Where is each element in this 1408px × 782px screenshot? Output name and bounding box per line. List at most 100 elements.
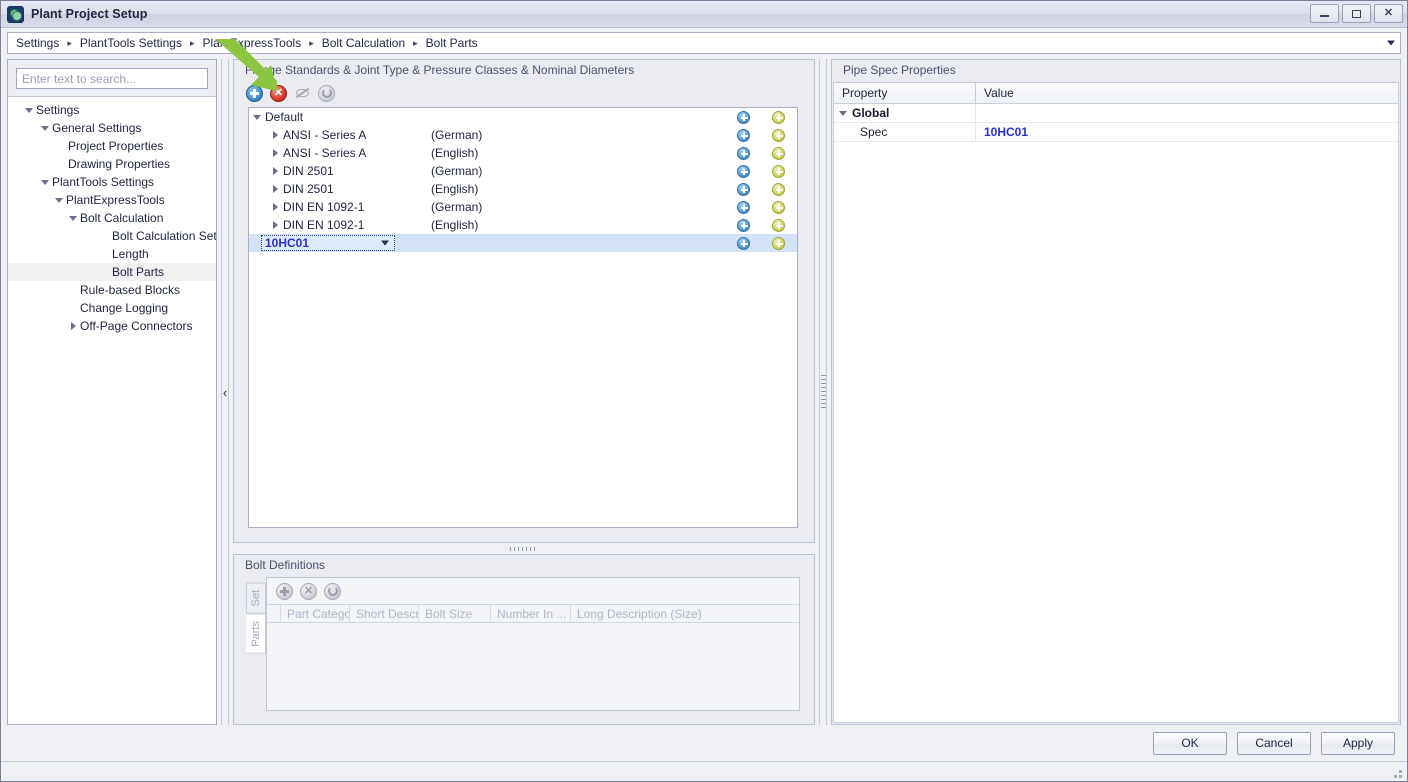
caret-down-icon[interactable]: [66, 215, 80, 221]
sidebar-item-bolt-parts[interactable]: Bolt Parts: [8, 263, 216, 281]
maximize-button[interactable]: [1342, 4, 1371, 23]
app-window: Plant Project Setup ✕ Settings ▸ PlantTo…: [0, 0, 1408, 782]
caret-down-icon[interactable]: [249, 114, 265, 120]
table-row[interactable]: Spec 10HC01: [834, 123, 1398, 142]
caret-right-icon[interactable]: [66, 322, 80, 330]
caret-right-icon[interactable]: [267, 185, 283, 193]
table-row-editing[interactable]: 10HC01: [249, 234, 797, 252]
search-input[interactable]: [16, 68, 208, 89]
chevron-down-icon[interactable]: [381, 240, 389, 246]
caret-right-icon[interactable]: [267, 221, 283, 229]
window-controls: ✕: [1310, 4, 1403, 23]
caret-down-icon[interactable]: [38, 179, 52, 185]
caret-down-icon[interactable]: [834, 110, 852, 116]
breadcrumb-item-settings[interactable]: Settings: [14, 36, 61, 50]
column-header-short-description[interactable]: Short Descri...: [350, 605, 419, 622]
status-bar: [1, 761, 1407, 781]
column-header-long-description[interactable]: Long Description (Size): [571, 605, 799, 622]
table-row[interactable]: Global: [834, 104, 1398, 123]
column-header-part-category[interactable]: Part Catego...: [281, 605, 350, 622]
table-row[interactable]: DIN 2501 (German): [249, 162, 797, 180]
refresh-button: [318, 84, 335, 102]
add-item-yellow-icon[interactable]: [772, 128, 785, 142]
sidebar-item-label: Rule-based Blocks: [80, 283, 181, 297]
minimize-button[interactable]: [1310, 4, 1339, 23]
sidebar-item-label: General Settings: [52, 121, 142, 135]
add-item-yellow-icon[interactable]: [772, 164, 785, 178]
apply-button[interactable]: Apply: [1321, 731, 1395, 755]
sidebar-item-length[interactable]: Length: [8, 245, 216, 263]
caret-right-icon[interactable]: [267, 167, 283, 175]
add-child-blue-icon[interactable]: [737, 128, 750, 142]
add-item-yellow-icon[interactable]: [772, 200, 785, 214]
table-row[interactable]: DIN 2501 (English): [249, 180, 797, 198]
add-button[interactable]: [246, 84, 263, 102]
collapse-sidebar-icon[interactable]: ‹: [221, 381, 229, 403]
flange-standards-group: Flange Standards & Joint Type & Pressure…: [233, 59, 815, 543]
center-horizontal-splitter[interactable]: [233, 543, 815, 554]
pipe-spec-header: Property Value: [834, 83, 1398, 104]
add-child-blue-icon[interactable]: [737, 236, 750, 250]
caret-down-icon[interactable]: [22, 107, 36, 113]
add-item-yellow-icon[interactable]: [772, 146, 785, 160]
add-child-blue-icon[interactable]: [737, 218, 750, 232]
table-row[interactable]: Default: [249, 108, 797, 126]
sidebar-item-label: Bolt Calculation Setup: [112, 229, 216, 243]
add-child-blue-icon[interactable]: [737, 182, 750, 196]
caret-down-icon[interactable]: [52, 197, 66, 203]
sidebar-item-change-logging[interactable]: Change Logging: [8, 299, 216, 317]
add-item-yellow-icon[interactable]: [772, 218, 785, 232]
delete-button[interactable]: ✕: [270, 84, 287, 102]
sidebar-item-general-settings[interactable]: General Settings: [8, 119, 216, 137]
table-row[interactable]: DIN EN 1092-1 (German): [249, 198, 797, 216]
tab-parts[interactable]: Parts: [246, 613, 266, 654]
close-button[interactable]: ✕: [1374, 4, 1403, 23]
add-item-yellow-icon[interactable]: [772, 110, 785, 124]
add-child-blue-icon[interactable]: [737, 110, 750, 124]
column-header-number-in[interactable]: Number In ...: [491, 605, 571, 622]
add-child-blue-icon[interactable]: [737, 164, 750, 178]
sidebar-item-bolt-calculation-setup[interactable]: Bolt Calculation Setup: [8, 227, 216, 245]
sidebar-item-settings[interactable]: Settings: [8, 101, 216, 119]
sidebar-splitter[interactable]: ‹: [217, 59, 233, 725]
table-row[interactable]: ANSI - Series A (English): [249, 144, 797, 162]
sidebar-item-planttools-settings[interactable]: PlantTools Settings: [8, 173, 216, 191]
property-value[interactable]: 10HC01: [976, 125, 1398, 139]
column-header-value[interactable]: Value: [976, 83, 1398, 103]
caret-right-icon[interactable]: [267, 203, 283, 211]
bolt-definitions-body: Set Parts ✕ Part Catego Short Descr Bolt…: [246, 577, 800, 711]
breadcrumb-item-bolt-calculation[interactable]: Bolt Calculation: [320, 36, 407, 50]
row-name: Default: [265, 110, 304, 124]
property-name: Spec: [852, 123, 976, 141]
table-row[interactable]: DIN EN 1092-1 (English): [249, 216, 797, 234]
breadcrumb-item-plantexpresstools[interactable]: PlantExpressTools: [200, 36, 303, 50]
sidebar-item-plantexpresstools[interactable]: PlantExpressTools: [8, 191, 216, 209]
bolt-parts-header: Part Catego... Short Descri... Bolt Size…: [267, 604, 799, 623]
column-header-bolt-size[interactable]: Bolt Size: [419, 605, 491, 622]
sidebar-item-drawing-properties[interactable]: Drawing Properties: [8, 155, 216, 173]
column-header-property[interactable]: Property: [834, 83, 976, 103]
caret-right-icon[interactable]: [267, 149, 283, 157]
sidebar-item-bolt-calculation[interactable]: Bolt Calculation: [8, 209, 216, 227]
breadcrumb-item-planttools-settings[interactable]: PlantTools Settings: [78, 36, 184, 50]
sidebar-item-rule-based-blocks[interactable]: Rule-based Blocks: [8, 281, 216, 299]
caret-right-icon[interactable]: [267, 131, 283, 139]
sidebar-item-label: PlantExpressTools: [66, 193, 165, 207]
breadcrumb-item-bolt-parts[interactable]: Bolt Parts: [424, 36, 480, 50]
right-panel-splitter[interactable]: [815, 59, 831, 725]
caret-down-icon[interactable]: [38, 125, 52, 131]
add-item-yellow-icon[interactable]: [772, 182, 785, 196]
add-child-blue-icon[interactable]: [737, 146, 750, 160]
breadcrumb[interactable]: Settings ▸ PlantTools Settings ▸ PlantEx…: [7, 32, 1401, 54]
chevron-down-icon[interactable]: [1387, 40, 1395, 46]
add-item-yellow-icon[interactable]: [772, 236, 785, 250]
table-row[interactable]: ANSI - Series A (German): [249, 126, 797, 144]
add-child-blue-icon[interactable]: [737, 200, 750, 214]
ok-button[interactable]: OK: [1153, 731, 1227, 755]
resize-grip-icon[interactable]: [1390, 766, 1402, 778]
tab-set[interactable]: Set: [246, 583, 266, 614]
sidebar-item-project-properties[interactable]: Project Properties: [8, 137, 216, 155]
spec-combobox[interactable]: 10HC01: [261, 235, 395, 251]
sidebar-item-off-page-connectors[interactable]: Off-Page Connectors: [8, 317, 216, 335]
cancel-button[interactable]: Cancel: [1237, 731, 1311, 755]
